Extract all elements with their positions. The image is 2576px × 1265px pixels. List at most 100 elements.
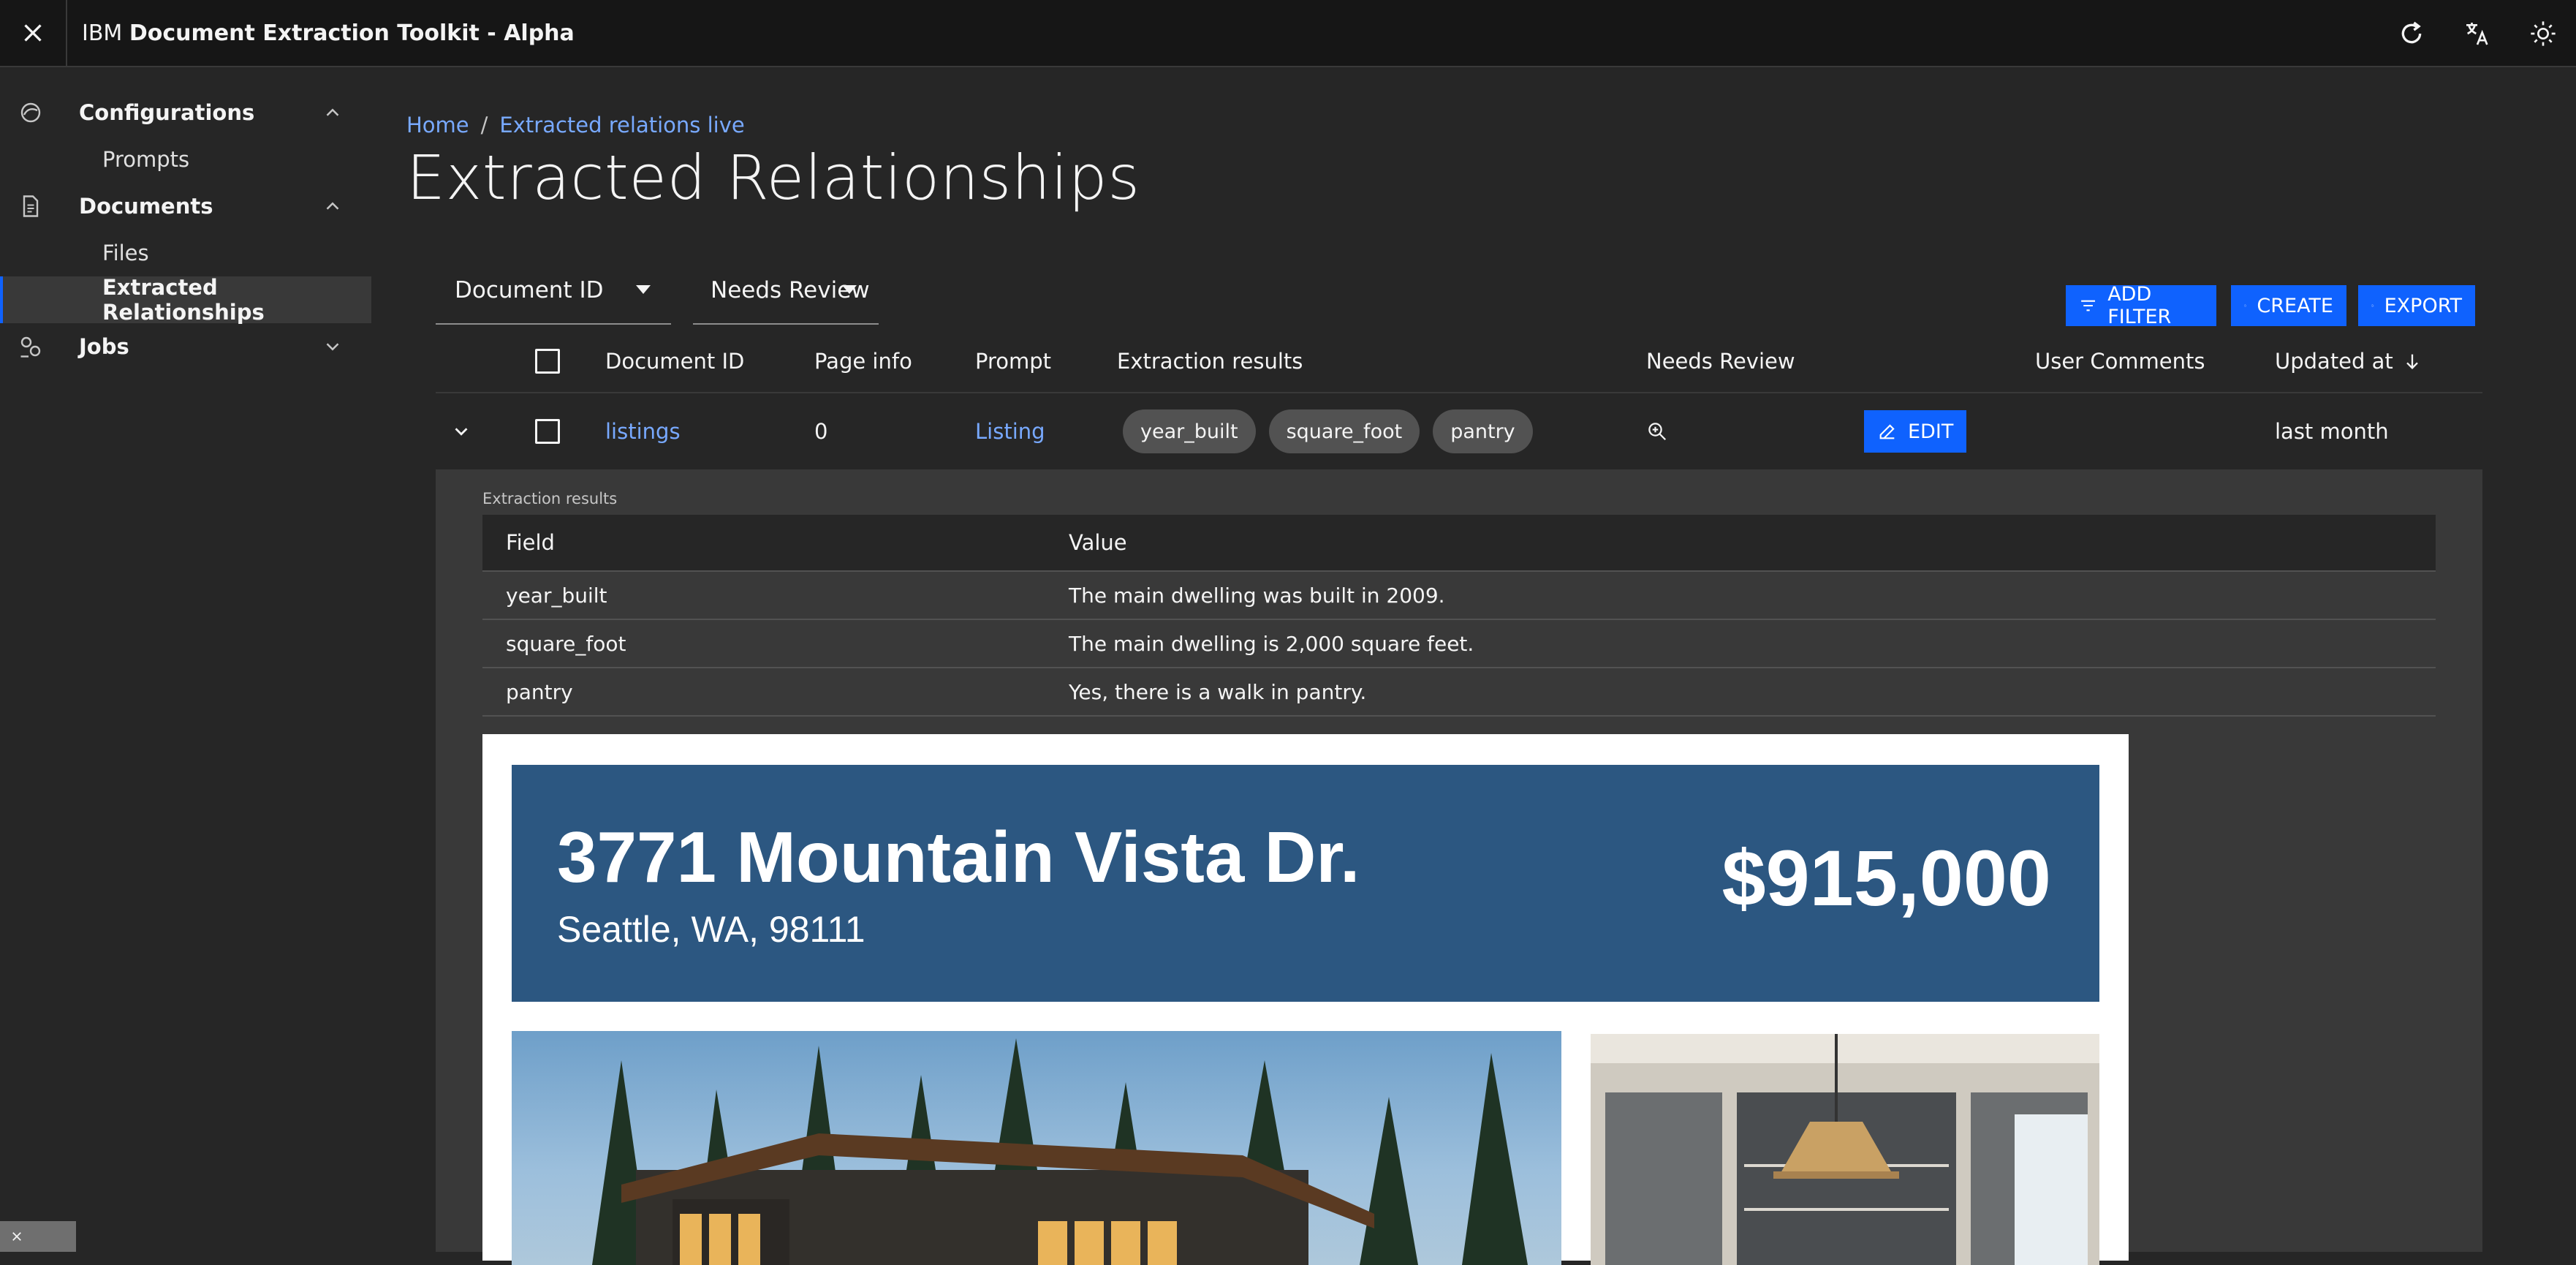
- select-all-checkbox[interactable]: [535, 349, 560, 374]
- review-button[interactable]: [1646, 393, 1668, 469]
- chevron-up-icon: [326, 108, 339, 116]
- expand-row-button[interactable]: [450, 393, 472, 469]
- sidebar-item-jobs[interactable]: Jobs: [0, 323, 371, 370]
- value-cell: The main dwelling was built in 2009.: [1069, 583, 1445, 608]
- header-value: Value: [1069, 530, 1127, 555]
- sidebar-item-prompts[interactable]: Prompts: [0, 136, 371, 183]
- page-info-value: 0: [814, 419, 828, 444]
- devtools-toggle[interactable]: [0, 1221, 76, 1252]
- row-checkbox[interactable]: [535, 419, 560, 444]
- tag-pantry: pantry: [1433, 409, 1533, 453]
- listing-address: 3771 Mountain Vista Dr.: [557, 817, 1360, 897]
- sidebar-item-extracted-relationships[interactable]: Extracted Relationships: [0, 275, 371, 325]
- breadcrumb-current[interactable]: Extracted relations live: [499, 113, 744, 137]
- add-filter-button[interactable]: ADD FILTER: [2066, 283, 2216, 328]
- sidebar-item-label: Extracted Relationships: [102, 275, 265, 325]
- caret-down-icon: [842, 285, 857, 294]
- breadcrumb-home[interactable]: Home: [406, 113, 469, 137]
- chevron-down-icon: [326, 343, 339, 351]
- sun-icon: [2531, 21, 2556, 46]
- house-photo: [512, 1031, 1561, 1265]
- updated-at-value: last month: [2275, 419, 2389, 444]
- app-title-name: Document Extraction Toolkit - Alpha: [129, 20, 575, 46]
- document-add-icon: [2244, 304, 2246, 307]
- extracted-relationships-table: Document ID Page info Prompt Extraction …: [436, 331, 2482, 471]
- button-label: EXPORT: [2384, 294, 2462, 317]
- header-user-comments[interactable]: User Comments: [2035, 331, 2205, 392]
- translate-icon: [2466, 23, 2488, 45]
- button-label: CREATE: [2257, 294, 2333, 317]
- close-menu-button[interactable]: [0, 0, 67, 67]
- header-field: Field: [506, 530, 555, 555]
- kitchen-photo: [1591, 1034, 2099, 1265]
- header-page-info[interactable]: Page info: [814, 331, 912, 392]
- translate-button[interactable]: [2444, 1, 2510, 67]
- breadcrumb: Home / Extracted relations live: [406, 113, 745, 137]
- sidebar-item-configurations[interactable]: Configurations: [0, 89, 371, 136]
- document-icon: [23, 195, 39, 217]
- expanded-section-label: Extraction results: [482, 490, 618, 507]
- document-id-dropdown[interactable]: Document ID: [436, 257, 671, 325]
- prompt-link[interactable]: Listing: [975, 393, 1045, 469]
- tag-square-foot: square_foot: [1268, 409, 1420, 453]
- button-label: EDIT: [1908, 420, 1954, 443]
- header-updated-at[interactable]: Updated at: [2275, 331, 2422, 392]
- page-title: Extracted Relationships: [406, 142, 1140, 214]
- tag-year-built: year_built: [1123, 409, 1256, 453]
- sidebar-item-label: Configurations: [79, 100, 255, 125]
- jobs-icon: [20, 336, 41, 358]
- filter-icon: [2081, 300, 2096, 311]
- field-cell: square_foot: [506, 631, 626, 656]
- table-row: year_built The main dwelling was built i…: [482, 572, 2436, 620]
- needs-review-dropdown[interactable]: Needs Review: [693, 257, 879, 325]
- refresh-button[interactable]: [2379, 1, 2444, 67]
- header-prompt[interactable]: Prompt: [975, 331, 1051, 392]
- extraction-tags: year_built square_foot pantry: [1123, 393, 1546, 469]
- header-extraction-results[interactable]: Extraction results: [1117, 331, 1303, 392]
- kitchen-illustration: [1591, 1034, 2099, 1265]
- expanded-row-panel: Extraction results Field Value year_buil…: [436, 471, 2482, 1265]
- chevron-down-icon: [455, 428, 468, 436]
- table-row: square_foot The main dwelling is 2,000 s…: [482, 620, 2436, 668]
- sidebar-item-label: Prompts: [102, 147, 190, 172]
- value-cell: The main dwelling is 2,000 square feet.: [1069, 631, 1474, 656]
- export-button[interactable]: EXPORT: [2358, 285, 2475, 326]
- header-label: Updated at: [2275, 349, 2393, 374]
- app-header: IBM Document Extraction Toolkit - Alpha: [0, 0, 2576, 67]
- sidebar-item-label: Documents: [79, 194, 213, 219]
- arrow-down-icon: [2406, 354, 2418, 369]
- refresh-icon: [2401, 21, 2422, 44]
- document-id-link[interactable]: listings: [605, 393, 681, 469]
- button-label: ADD FILTER: [2107, 283, 2172, 328]
- table-row[interactable]: listings 0 Listing year_built square_foo…: [436, 392, 2482, 471]
- close-icon: [12, 1232, 21, 1241]
- sidebar-item-documents[interactable]: Documents: [0, 183, 371, 230]
- header-document-id[interactable]: Document ID: [605, 331, 744, 392]
- document-export-icon: [2371, 304, 2374, 307]
- theme-toggle-button[interactable]: [2510, 1, 2576, 67]
- header-needs-review[interactable]: Needs Review: [1646, 331, 1795, 392]
- listing-city: Seattle, WA, 98111: [557, 909, 865, 950]
- extraction-results-table: Field Value year_built The main dwelling…: [482, 515, 2436, 717]
- close-icon: [24, 24, 42, 42]
- chevron-up-icon: [326, 202, 339, 210]
- listing-banner: 3771 Mountain Vista Dr. Seattle, WA, 981…: [512, 765, 2099, 1002]
- value-cell: Yes, there is a walk in pantry.: [1069, 679, 1367, 704]
- sidebar: Configurations Prompts Documents Files E…: [0, 67, 371, 1252]
- listing-price: $915,000: [1721, 834, 2051, 922]
- zoom-in-icon: [1648, 423, 1667, 441]
- table-header: Document ID Page info Prompt Extraction …: [436, 331, 2482, 392]
- edit-button[interactable]: EDIT: [1864, 410, 1967, 453]
- caret-down-icon: [636, 285, 651, 294]
- sub-table-header: Field Value: [482, 515, 2436, 572]
- header-actions: [2379, 0, 2576, 67]
- edit-icon: [1879, 424, 1895, 439]
- field-cell: year_built: [506, 583, 607, 608]
- select-all-cell: [535, 331, 560, 392]
- app-title-prefix: IBM: [82, 20, 123, 46]
- create-button[interactable]: CREATE: [2231, 285, 2346, 326]
- house-illustration: [592, 1038, 1528, 1265]
- sidebar-item-label: Files: [102, 241, 149, 265]
- edit-cell: EDIT: [1864, 393, 1967, 469]
- sidebar-item-files[interactable]: Files: [0, 230, 371, 276]
